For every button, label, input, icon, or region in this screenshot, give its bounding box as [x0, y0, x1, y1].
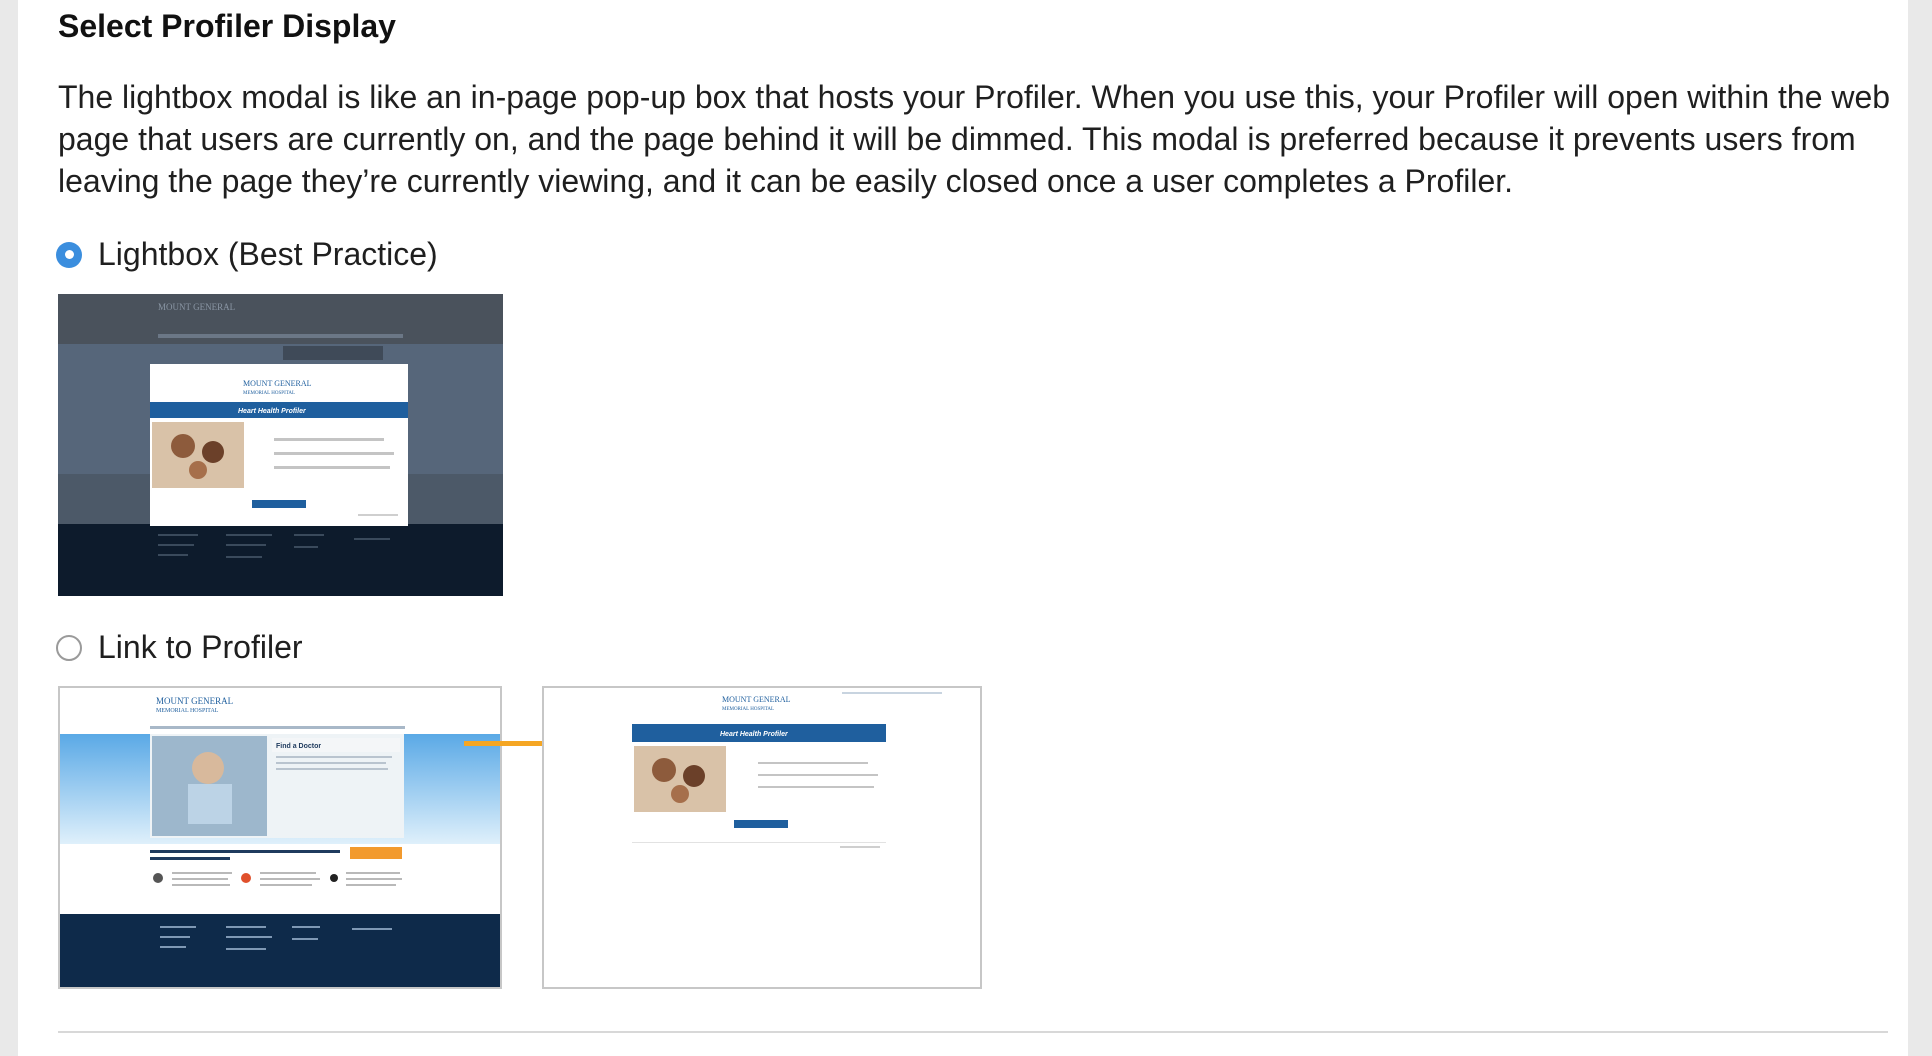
- section-title: Select Profiler Display: [58, 8, 396, 44]
- svg-text:MOUNT GENERAL: MOUNT GENERAL: [243, 379, 312, 388]
- svg-text:Heart Health Profiler: Heart Health Profiler: [720, 731, 789, 738]
- option-lightbox[interactable]: Lightbox (Best Practice): [56, 236, 438, 273]
- svg-text:MEMORIAL HOSPITAL: MEMORIAL HOSPITAL: [156, 708, 219, 714]
- link-preview-profiler-image[interactable]: MOUNT GENERAL MEMORIAL HOSPITAL Heart He…: [542, 686, 982, 989]
- svg-text:Heart Health Profiler: Heart Health Profiler: [238, 408, 307, 415]
- svg-text:Find a Doctor: Find a Doctor: [276, 743, 321, 750]
- window-edge: [1908, 0, 1932, 1056]
- link-label: Link to Profiler: [98, 629, 303, 665]
- svg-text:MOUNT GENERAL: MOUNT GENERAL: [722, 695, 791, 704]
- link-preview-site-image[interactable]: MOUNT GENERAL MEMORIAL HOSPITAL Find a D…: [58, 686, 502, 989]
- lightbox-radio[interactable]: [56, 241, 82, 268]
- lightbox-label: Lightbox (Best Practice): [98, 236, 438, 272]
- site-preview-graphic: MOUNT GENERAL MEMORIAL HOSPITAL Find a D…: [60, 688, 500, 987]
- lightbox-preview-image[interactable]: MOUNT GENERAL MOUNT GENERAL MEMORIAL HOS…: [58, 294, 503, 596]
- svg-text:MEMORIAL HOSPITAL: MEMORIAL HOSPITAL: [243, 391, 295, 396]
- radio-selected-dot: [64, 250, 74, 259]
- svg-text:MOUNT GENERAL: MOUNT GENERAL: [156, 696, 233, 706]
- settings-page: Select Profiler Display The lightbox mod…: [18, 0, 1908, 1056]
- profiler-preview-graphic: MOUNT GENERAL MEMORIAL HOSPITAL Heart He…: [544, 688, 980, 987]
- option-link[interactable]: Link to Profiler: [56, 629, 303, 666]
- link-radio[interactable]: [56, 634, 82, 661]
- lightbox-preview-graphic: MOUNT GENERAL MOUNT GENERAL MEMORIAL HOS…: [58, 294, 503, 596]
- section-description: The lightbox modal is like an in-page po…: [58, 79, 1891, 199]
- svg-text:MOUNT GENERAL: MOUNT GENERAL: [158, 302, 235, 312]
- section-divider: [58, 1031, 1888, 1033]
- svg-text:MEMORIAL HOSPITAL: MEMORIAL HOSPITAL: [722, 707, 774, 712]
